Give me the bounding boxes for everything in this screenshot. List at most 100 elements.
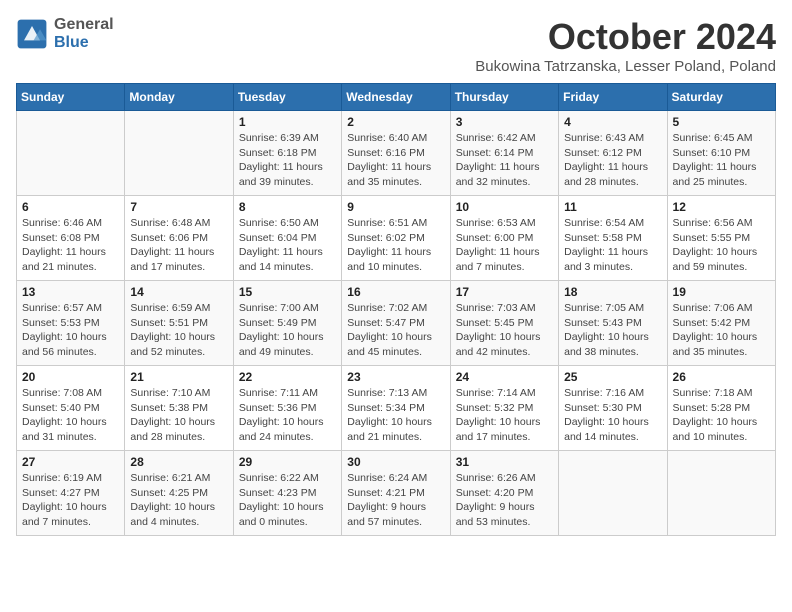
day-info: Sunrise: 7:18 AM Sunset: 5:28 PM Dayligh… (673, 386, 770, 445)
day-cell: 11 Sunrise: 6:54 AM Sunset: 5:58 PM Dayli… (559, 196, 667, 281)
day-info: Sunrise: 7:06 AM Sunset: 5:42 PM Dayligh… (673, 301, 770, 360)
day-number: 11 (564, 200, 661, 214)
day-cell: 12 Sunrise: 6:56 AM Sunset: 5:55 PM Dayli… (667, 196, 775, 281)
day-number: 15 (239, 285, 336, 299)
day-cell: 28Sunrise: 6:21 AM Sunset: 4:25 PM Dayli… (125, 451, 233, 536)
header-cell-monday: Monday (125, 84, 233, 111)
header-cell-sunday: Sunday (17, 84, 125, 111)
header-cell-tuesday: Tuesday (233, 84, 341, 111)
day-number: 22 (239, 370, 336, 384)
day-cell: 9Sunrise: 6:51 AM Sunset: 6:02 PM Daylig… (342, 196, 450, 281)
header-cell-friday: Friday (559, 84, 667, 111)
day-info: Sunrise: 6:56 AM Sunset: 5:55 PM Dayligh… (673, 216, 770, 275)
day-number: 9 (347, 200, 444, 214)
day-info: Sunrise: 6:43 AM Sunset: 6:12 PM Dayligh… (564, 131, 661, 190)
day-number: 1 (239, 115, 336, 129)
day-number: 6 (22, 200, 119, 214)
day-number: 29 (239, 455, 336, 469)
day-info: Sunrise: 7:08 AM Sunset: 5:40 PM Dayligh… (22, 386, 119, 445)
calendar-title: October 2024 (475, 16, 776, 58)
day-number: 27 (22, 455, 119, 469)
calendar-subtitle: Bukowina Tatrzanska, Lesser Poland, Pola… (475, 58, 776, 75)
day-number: 12 (673, 200, 770, 214)
day-info: Sunrise: 6:59 AM Sunset: 5:51 PM Dayligh… (130, 301, 227, 360)
day-info: Sunrise: 7:13 AM Sunset: 5:34 PM Dayligh… (347, 386, 444, 445)
day-info: Sunrise: 7:16 AM Sunset: 5:30 PM Dayligh… (564, 386, 661, 445)
day-cell: 16Sunrise: 7:02 AM Sunset: 5:47 PM Dayli… (342, 281, 450, 366)
day-number: 13 (22, 285, 119, 299)
day-cell: 1 Sunrise: 6:39 AM Sunset: 6:18 PM Daylig… (233, 111, 341, 196)
day-info: Sunrise: 6:21 AM Sunset: 4:25 PM Dayligh… (130, 471, 227, 530)
logo: General Blue (16, 16, 114, 51)
day-info: Sunrise: 6:39 AM Sunset: 6:18 PM Dayligh… (239, 131, 336, 190)
day-number: 23 (347, 370, 444, 384)
day-cell (17, 111, 125, 196)
day-info: Sunrise: 6:26 AM Sunset: 4:20 PM Dayligh… (456, 471, 553, 530)
week-row-2: 6 Sunrise: 6:46 AM Sunset: 6:08 PM Daylig… (17, 196, 776, 281)
day-info: Sunrise: 7:00 AM Sunset: 5:49 PM Dayligh… (239, 301, 336, 360)
day-cell: 10 Sunrise: 6:53 AM Sunset: 6:00 PM Dayli… (450, 196, 558, 281)
day-number: 20 (22, 370, 119, 384)
day-number: 30 (347, 455, 444, 469)
week-row-5: 27 Sunrise: 6:19 AM Sunset: 4:27 PM Dayli… (17, 451, 776, 536)
day-info: Sunrise: 6:24 AM Sunset: 4:21 PM Dayligh… (347, 471, 444, 530)
day-cell: 17 Sunrise: 7:03 AM Sunset: 5:45 PM Dayli… (450, 281, 558, 366)
day-info: Sunrise: 6:53 AM Sunset: 6:00 PM Dayligh… (456, 216, 553, 275)
day-cell: 23 Sunrise: 7:13 AM Sunset: 5:34 PM Dayli… (342, 366, 450, 451)
day-cell: 30 Sunrise: 6:24 AM Sunset: 4:21 PM Dayli… (342, 451, 450, 536)
day-number: 31 (456, 455, 553, 469)
day-info: Sunrise: 7:03 AM Sunset: 5:45 PM Dayligh… (456, 301, 553, 360)
day-cell: 31 Sunrise: 6:26 AM Sunset: 4:20 PM Dayli… (450, 451, 558, 536)
week-row-1: 1 Sunrise: 6:39 AM Sunset: 6:18 PM Daylig… (17, 111, 776, 196)
day-number: 7 (130, 200, 227, 214)
day-info: Sunrise: 7:05 AM Sunset: 5:43 PM Dayligh… (564, 301, 661, 360)
title-block: October 2024 Bukowina Tatrzanska, Lesser… (475, 16, 776, 75)
logo-general: General (54, 16, 114, 34)
day-cell: 19 Sunrise: 7:06 AM Sunset: 5:42 PM Dayli… (667, 281, 775, 366)
day-number: 26 (673, 370, 770, 384)
day-cell: 14 Sunrise: 6:59 AM Sunset: 5:51 PM Dayli… (125, 281, 233, 366)
day-number: 17 (456, 285, 553, 299)
day-number: 18 (564, 285, 661, 299)
day-cell: 20 Sunrise: 7:08 AM Sunset: 5:40 PM Dayli… (17, 366, 125, 451)
day-cell: 21 Sunrise: 7:10 AM Sunset: 5:38 PM Dayli… (125, 366, 233, 451)
day-info: Sunrise: 6:46 AM Sunset: 6:08 PM Dayligh… (22, 216, 119, 275)
day-cell: 15 Sunrise: 7:00 AM Sunset: 5:49 PM Dayli… (233, 281, 341, 366)
logo-icon (16, 18, 48, 50)
week-row-4: 20 Sunrise: 7:08 AM Sunset: 5:40 PM Dayli… (17, 366, 776, 451)
day-number: 10 (456, 200, 553, 214)
day-number: 5 (673, 115, 770, 129)
day-info: Sunrise: 7:10 AM Sunset: 5:38 PM Dayligh… (130, 386, 227, 445)
day-number: 14 (130, 285, 227, 299)
day-cell (667, 451, 775, 536)
day-cell: 5 Sunrise: 6:45 AM Sunset: 6:10 PM Daylig… (667, 111, 775, 196)
day-info: Sunrise: 6:42 AM Sunset: 6:14 PM Dayligh… (456, 131, 553, 190)
day-number: 21 (130, 370, 227, 384)
day-info: Sunrise: 6:57 AM Sunset: 5:53 PM Dayligh… (22, 301, 119, 360)
calendar-table: SundayMondayTuesdayWednesdayThursdayFrid… (16, 83, 776, 536)
day-info: Sunrise: 7:11 AM Sunset: 5:36 PM Dayligh… (239, 386, 336, 445)
day-info: Sunrise: 6:48 AM Sunset: 6:06 PM Dayligh… (130, 216, 227, 275)
day-info: Sunrise: 6:54 AM Sunset: 5:58 PM Dayligh… (564, 216, 661, 275)
day-cell: 29Sunrise: 6:22 AM Sunset: 4:23 PM Dayli… (233, 451, 341, 536)
day-info: Sunrise: 6:50 AM Sunset: 6:04 PM Dayligh… (239, 216, 336, 275)
week-row-3: 13 Sunrise: 6:57 AM Sunset: 5:53 PM Dayli… (17, 281, 776, 366)
day-cell: 22 Sunrise: 7:11 AM Sunset: 5:36 PM Dayli… (233, 366, 341, 451)
header-cell-wednesday: Wednesday (342, 84, 450, 111)
day-info: Sunrise: 6:19 AM Sunset: 4:27 PM Dayligh… (22, 471, 119, 530)
day-cell: 24Sunrise: 7:14 AM Sunset: 5:32 PM Dayli… (450, 366, 558, 451)
day-cell: 13 Sunrise: 6:57 AM Sunset: 5:53 PM Dayli… (17, 281, 125, 366)
day-cell: 3 Sunrise: 6:42 AM Sunset: 6:14 PM Daylig… (450, 111, 558, 196)
logo-text: General Blue (54, 16, 114, 51)
day-number: 25 (564, 370, 661, 384)
day-number: 19 (673, 285, 770, 299)
day-cell (125, 111, 233, 196)
page-header: General Blue October 2024 Bukowina Tatrz… (16, 16, 776, 75)
day-number: 16 (347, 285, 444, 299)
day-number: 8 (239, 200, 336, 214)
day-info: Sunrise: 6:45 AM Sunset: 6:10 PM Dayligh… (673, 131, 770, 190)
day-cell: 26 Sunrise: 7:18 AM Sunset: 5:28 PM Dayli… (667, 366, 775, 451)
day-cell (559, 451, 667, 536)
day-cell: 8 Sunrise: 6:50 AM Sunset: 6:04 PM Daylig… (233, 196, 341, 281)
day-number: 3 (456, 115, 553, 129)
